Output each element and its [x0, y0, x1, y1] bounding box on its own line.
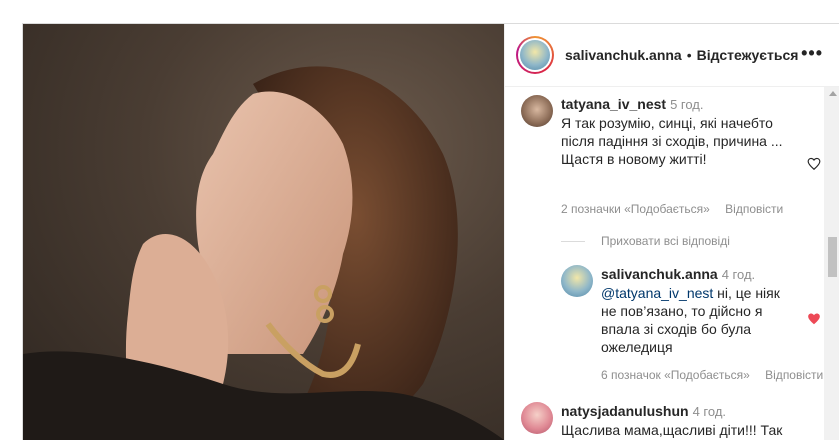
- likes-count[interactable]: 2 позначки «Подобається»: [561, 202, 710, 216]
- reply-item: salivanchuk.anna 4 год. @tatyana_iv_nest …: [561, 265, 791, 356]
- comment-username[interactable]: tatyana_iv_nest: [561, 96, 666, 112]
- post-header: salivanchuk.anna • Відстежується •••: [505, 24, 839, 87]
- scrollbar-thumb[interactable]: [828, 237, 837, 277]
- story-ring[interactable]: [516, 36, 554, 74]
- comment-text: Щаслива мама,щасливі діти!!! Так колись …: [561, 422, 783, 438]
- post-sidebar: salivanchuk.anna • Відстежується ••• tat…: [504, 24, 839, 440]
- portrait-image: [23, 66, 504, 440]
- reply-avatar[interactable]: [561, 265, 593, 297]
- reply-body: salivanchuk.anna 4 год. @tatyana_iv_nest …: [601, 265, 791, 356]
- comment-time[interactable]: 4 год.: [693, 404, 726, 419]
- following-button[interactable]: Відстежується: [697, 47, 799, 63]
- reply-time[interactable]: 4 год.: [722, 267, 755, 282]
- scrollbar[interactable]: [824, 87, 839, 440]
- separator-dot: •: [686, 47, 692, 63]
- comment-text: Я так розумію, синці, які начебто після …: [561, 115, 783, 167]
- reply-meta: 6 позначок «Подобається» Відповісти: [601, 368, 835, 382]
- reply-mention[interactable]: @tatyana_iv_nest: [601, 285, 713, 301]
- hide-replies-button[interactable]: Приховати всі відповіді: [561, 234, 730, 248]
- scroll-up-icon[interactable]: [829, 91, 837, 96]
- liked-heart-icon[interactable]: [807, 312, 821, 326]
- comment-body: tatyana_iv_nest 5 год. Я так розумію, син…: [561, 95, 791, 168]
- reply-reply-button[interactable]: Відповісти: [765, 368, 823, 382]
- comment-item: natysjadanulushun 4 год. Щаслива мама,щас…: [521, 402, 791, 440]
- comment-time[interactable]: 5 год.: [670, 97, 703, 112]
- commenter-avatar[interactable]: [521, 95, 553, 127]
- reply-username[interactable]: salivanchuk.anna: [601, 266, 718, 282]
- reply-likes-count[interactable]: 6 позначок «Подобається»: [601, 368, 750, 382]
- post-modal: salivanchuk.anna • Відстежується ••• tat…: [22, 23, 839, 440]
- comment-item: tatyana_iv_nest 5 год. Я так розумію, син…: [521, 95, 791, 168]
- author-username[interactable]: salivanchuk.anna: [565, 47, 682, 63]
- like-heart-icon[interactable]: [807, 157, 821, 171]
- comment-meta: 2 позначки «Подобається» Відповісти: [561, 202, 795, 216]
- commenter-avatar[interactable]: [521, 402, 553, 434]
- reply-button[interactable]: Відповісти: [725, 202, 783, 216]
- divider-line: [561, 240, 585, 242]
- hide-replies-label: Приховати всі відповіді: [601, 234, 730, 248]
- post-photo[interactable]: [23, 24, 504, 440]
- comments-list[interactable]: tatyana_iv_nest 5 год. Я так розумію, син…: [505, 87, 839, 440]
- avatar: [520, 40, 550, 70]
- comment-body: natysjadanulushun 4 год. Щаслива мама,щас…: [561, 402, 791, 440]
- comment-username[interactable]: natysjadanulushun: [561, 403, 689, 419]
- more-options-icon[interactable]: •••: [801, 43, 823, 64]
